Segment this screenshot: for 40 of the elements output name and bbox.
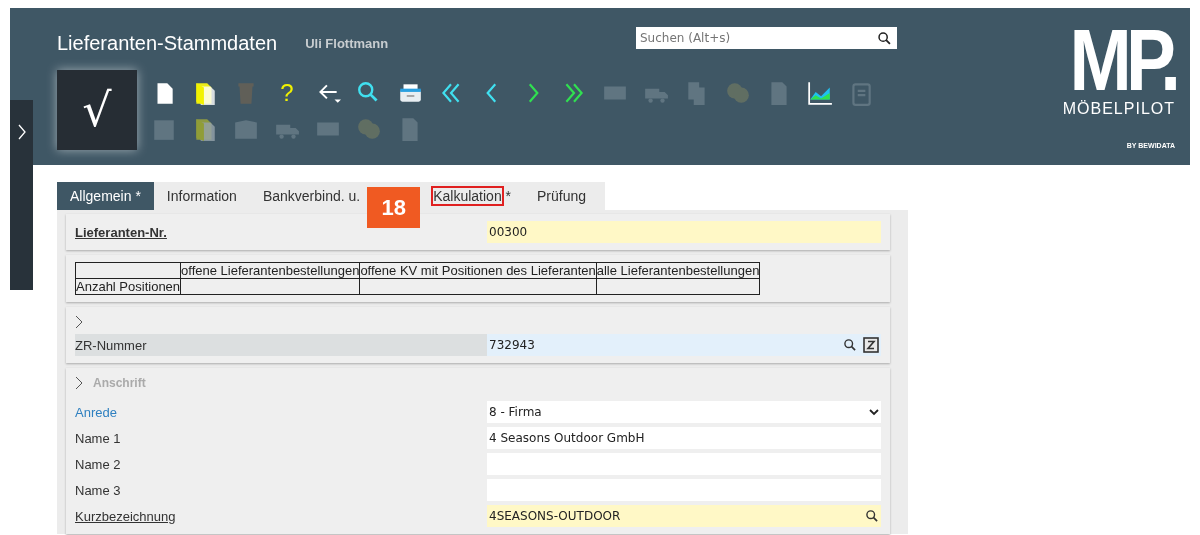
area-chart-icon[interactable]: [807, 80, 833, 106]
chevron-down-icon: [869, 408, 879, 416]
table-cell: alle Lieferantenbestellungen: [596, 262, 760, 279]
search-icon[interactable]: [865, 509, 879, 523]
user-name: Uli Flottmann: [305, 36, 389, 51]
chevron-right-icon[interactable]: [75, 376, 83, 390]
tab[interactable]: Allgemein *: [57, 182, 154, 210]
field-label: Kurzbezeichnung: [75, 507, 177, 526]
tab[interactable]: Information: [160, 182, 243, 210]
search-icon[interactable]: [843, 338, 857, 352]
step-badge: 18: [367, 187, 421, 228]
table-cell: offene Lieferantenbestellungen: [180, 262, 360, 279]
input-field[interactable]: 732943: [487, 334, 881, 356]
logo-mark: MP.: [1069, 22, 1175, 98]
search-icon[interactable]: [877, 31, 892, 46]
table-cell: offene KV mit Positionen des Lieferanten: [359, 262, 597, 279]
input-field[interactable]: 00300: [487, 221, 881, 243]
tab[interactable]: Bankverbind. u.: [256, 182, 367, 210]
table-cell: Anzahl Positionen: [75, 278, 181, 295]
field-label: Name 1: [75, 429, 122, 448]
logo-name: MÖBELPILOT: [1062, 100, 1175, 118]
select-field[interactable]: 8 - Firma: [487, 401, 881, 423]
section-title: Anschrift: [93, 376, 146, 390]
input-field[interactable]: 4 Seasons Outdoor GmbH: [487, 427, 881, 449]
tab[interactable]: Prüfung: [531, 182, 593, 210]
field-label: ZR-Nummer: [75, 334, 487, 356]
page-title: Lieferanten-Stammdaten: [57, 32, 278, 55]
tab[interactable]: Kalkulation *: [427, 182, 517, 210]
search-input[interactable]: Suchen (Alt+s): [636, 27, 897, 49]
input-field[interactable]: 4SEASONS-OUTDOOR: [487, 505, 881, 527]
chevron-right-icon: [17, 124, 26, 140]
z-key-icon[interactable]: [863, 337, 879, 353]
chevron-right-icon[interactable]: [75, 315, 83, 329]
save-button[interactable]: √: [57, 70, 137, 150]
field-label: Name 3: [75, 481, 122, 500]
side-panel-toggle[interactable]: [10, 100, 33, 290]
field-label: Lieferanten-Nr.: [75, 224, 167, 240]
help-button[interactable]: ?: [274, 80, 300, 106]
field-label: Name 2: [75, 455, 122, 474]
field-label: Anrede: [75, 403, 118, 422]
